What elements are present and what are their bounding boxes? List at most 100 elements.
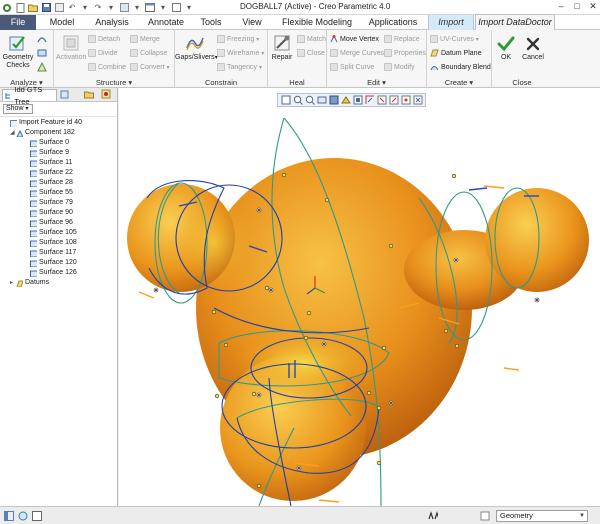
tree-item-surface[interactable]: Surface 11 (0, 158, 117, 168)
view-manager-icon[interactable] (352, 95, 363, 105)
regenerate-icon[interactable] (54, 3, 64, 13)
tab-tools[interactable]: Tools (195, 15, 227, 30)
refit-icon[interactable] (280, 95, 291, 105)
selected-items-icon[interactable] (480, 511, 490, 521)
tree-item-import-feature[interactable]: Import Feature id 40 (0, 118, 117, 128)
browser-toggle-icon[interactable] (18, 511, 28, 521)
zoom-out-icon[interactable] (304, 95, 315, 105)
model-view[interactable] (119, 88, 600, 506)
replace-button[interactable]: Replace (384, 34, 420, 44)
activation-button[interactable]: Activation (56, 33, 86, 62)
redo-icon[interactable]: ↷ (93, 3, 103, 13)
tab-model[interactable]: Model (42, 15, 82, 30)
tangency-button[interactable]: Tangency ▾ (217, 62, 262, 72)
dropdown-icon[interactable]: ▾ (132, 3, 142, 13)
display-style-icon[interactable] (328, 95, 339, 105)
spin-center-icon[interactable] (388, 95, 399, 105)
customize-toolbar-icon[interactable]: ▾ (184, 3, 194, 13)
maximize-icon[interactable]: □ (572, 1, 582, 12)
analyze-tool-1-button[interactable] (37, 34, 47, 44)
tab-file[interactable]: File (0, 15, 36, 30)
group-label-create[interactable]: Create ▾ (427, 78, 491, 87)
close-icon[interactable]: ✕ (588, 1, 598, 12)
tree-item-surface[interactable]: Surface 105 (0, 228, 117, 238)
tree-item-surface[interactable]: Surface 90 (0, 208, 117, 218)
filter-dropdown[interactable]: Geometry ▼ (496, 510, 588, 522)
csys-display-icon[interactable] (412, 95, 423, 105)
analyze-tool-2-button[interactable] (37, 48, 47, 58)
combine-button[interactable]: Combine (88, 62, 126, 72)
tab-import-datadoctor[interactable]: Import DataDoctor (475, 14, 555, 30)
gaps-slivers-button[interactable]: Gaps/Slivers▾ (175, 33, 218, 62)
tab-import[interactable]: Import (428, 15, 474, 30)
show-dropdown[interactable]: Show ▾ (3, 104, 33, 114)
collapse-button[interactable]: Collapse (130, 48, 167, 58)
uv-curves-button[interactable]: UV-Curves ▾ (430, 34, 479, 44)
tree-item-surface[interactable]: Surface 117 (0, 248, 117, 258)
group-label-structure[interactable]: Structure ▾ (54, 78, 174, 87)
graphics-window[interactable] (119, 88, 600, 506)
tab-idd-gts-tree[interactable]: Idd GTS Tree (2, 85, 57, 106)
undo-icon[interactable]: ↶ (67, 3, 77, 13)
new-file-icon[interactable] (15, 2, 25, 13)
repair-button[interactable]: Repair (269, 33, 295, 62)
tree-item-surface[interactable]: Surface 55 (0, 188, 117, 198)
merge-button[interactable]: Merge (130, 34, 160, 44)
tree-item-surface[interactable]: Surface 126 (0, 268, 117, 278)
tree-item-surface[interactable]: Surface 22 (0, 168, 117, 178)
tab-applications[interactable]: Applications (362, 15, 424, 30)
divide-button[interactable]: Divide (88, 48, 117, 58)
modify-button[interactable]: Modify (384, 62, 415, 72)
detach-button[interactable]: Detach (88, 34, 120, 44)
dropdown-icon[interactable]: ▾ (80, 3, 90, 13)
zoom-in-icon[interactable] (292, 95, 303, 105)
regenerate-model-icon[interactable] (119, 3, 129, 13)
tree-item-surface[interactable]: Surface 0 (0, 138, 117, 148)
properties-button[interactable]: Properties (384, 48, 426, 58)
cancel-button[interactable]: Cancel (519, 35, 547, 62)
ok-button[interactable]: OK (495, 35, 517, 62)
navigator-toggle-icon[interactable] (4, 511, 14, 521)
freezing-button[interactable]: Freezing ▾ (217, 34, 259, 44)
tree-item-component[interactable]: ◢ Component 182 (0, 128, 117, 138)
repaint-icon[interactable] (316, 95, 327, 105)
dropdown-icon[interactable]: ▾ (158, 3, 168, 13)
point-display-icon[interactable] (400, 95, 411, 105)
saved-orientations-icon[interactable] (340, 95, 351, 105)
tree-item-surface[interactable]: Surface 9 (0, 148, 117, 158)
dropdown-icon[interactable]: ▾ (106, 3, 116, 13)
tab-view[interactable]: View (235, 15, 269, 30)
merge-curves-button[interactable]: Merge Curves (330, 48, 384, 58)
datum-display-icon[interactable] (364, 95, 375, 105)
geometry-checks-button[interactable]: Geometry Checks (2, 33, 34, 70)
boundary-blend-button[interactable]: Boundary Blend (430, 62, 491, 72)
split-curve-button[interactable]: Split Curve (330, 62, 374, 72)
tree-item-surface[interactable]: Surface 79 (0, 198, 117, 208)
wireframe-button[interactable]: Wireframe ▾ (217, 48, 264, 58)
selection-filter-icon[interactable] (428, 511, 438, 521)
tree-item-surface[interactable]: Surface 108 (0, 238, 117, 248)
close-window-icon[interactable] (171, 3, 181, 13)
tab-favorites[interactable] (101, 89, 113, 101)
open-file-icon[interactable] (28, 3, 38, 13)
convert-button[interactable]: Convert ▾ (130, 62, 170, 72)
group-label-edit[interactable]: Edit ▾ (327, 78, 426, 87)
tree-item-surface[interactable]: Surface 28 (0, 178, 117, 188)
close-heal-button[interactable]: Close (297, 48, 325, 58)
tree-item-surface[interactable]: Surface 120 (0, 258, 117, 268)
minimize-icon[interactable]: – (556, 1, 566, 12)
tree-item-surface[interactable]: Surface 96 (0, 218, 117, 228)
full-screen-icon[interactable] (32, 511, 42, 521)
save-icon[interactable] (41, 3, 51, 13)
tab-analysis[interactable]: Analysis (88, 15, 136, 30)
tree-item-datums[interactable]: ▸ Datums (0, 278, 117, 288)
tab-flexible-modeling[interactable]: Flexible Modeling (277, 15, 357, 30)
tab-folder[interactable] (84, 89, 96, 101)
tab-layers[interactable] (60, 89, 74, 101)
datum-plane-button[interactable]: Datum Plane (430, 48, 481, 58)
windows-icon[interactable] (145, 3, 155, 13)
tab-annotate[interactable]: Annotate (142, 15, 190, 30)
move-vertex-button[interactable]: Move Vertex (330, 34, 379, 44)
analyze-tool-3-button[interactable] (37, 62, 47, 72)
annotation-display-icon[interactable] (376, 95, 387, 105)
